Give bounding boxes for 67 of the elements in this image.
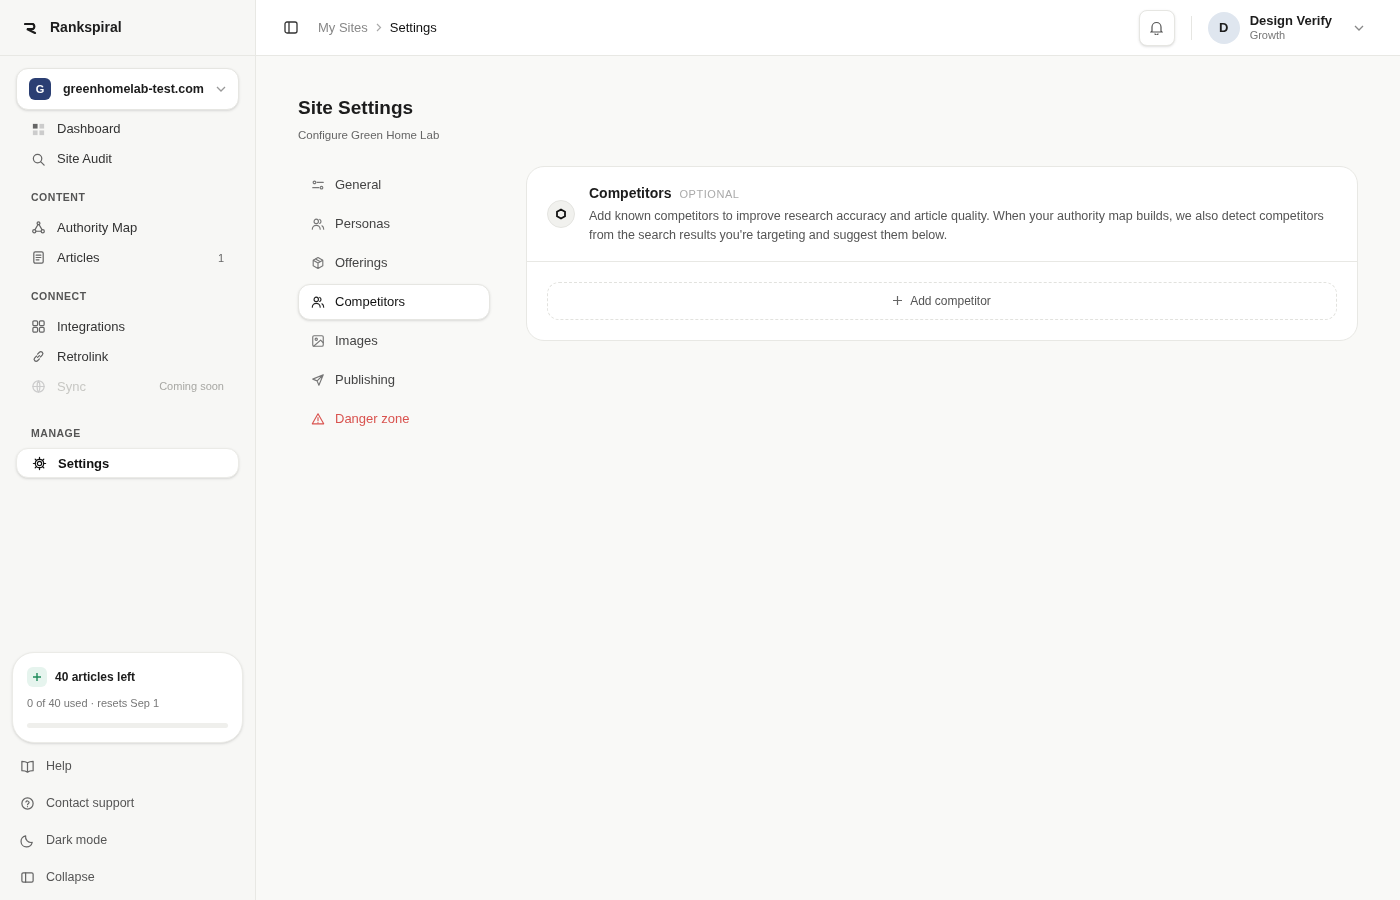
moon-icon — [20, 832, 35, 848]
add-competitor-button[interactable]: Add competitor — [547, 281, 1337, 320]
gear-icon — [32, 455, 47, 471]
article-count: 1 — [217, 250, 224, 266]
section-header: MANAGE — [30, 425, 82, 441]
section-header: CONTENT — [30, 190, 87, 205]
users-icon — [311, 216, 325, 231]
plus-icon — [893, 296, 903, 306]
sidebar-icon — [20, 869, 35, 885]
settings-tab[interactable]: Personas — [298, 205, 490, 242]
footer-link[interactable]: Help — [20, 755, 235, 777]
book-icon — [20, 758, 35, 774]
optional-tag: OPTIONAL — [679, 185, 740, 203]
coming-soon-note: Coming soon — [159, 379, 224, 395]
chevron-down-icon[interactable] — [1354, 24, 1364, 31]
page-subtitle: Configure Green Home Lab — [298, 127, 441, 143]
settings-tab[interactable]: Competitors — [298, 283, 490, 320]
footer-link[interactable]: Collapse — [20, 866, 235, 888]
site-avatar: G — [29, 78, 51, 100]
settings-tab[interactable]: Offerings — [298, 244, 490, 281]
squares-icon — [31, 319, 46, 334]
sliders-icon — [311, 177, 325, 192]
user-plan: Growth — [1249, 28, 1287, 43]
usage-title: 40 articles left — [55, 668, 136, 686]
nodes-icon — [31, 220, 46, 236]
site-switcher[interactable]: G greenhomelab-test.com — [16, 68, 239, 110]
breadcrumb-current: Settings — [389, 18, 437, 37]
cube-icon — [311, 255, 325, 270]
warning-icon — [311, 411, 325, 426]
section-header: CONNECT — [30, 288, 88, 304]
grid-icon — [31, 121, 46, 137]
settings-tab[interactable]: General — [298, 166, 490, 203]
globe-icon — [31, 379, 46, 394]
nav-item[interactable]: Integrations — [16, 311, 239, 342]
usage-detail: 0 of 40 used · resets Sep 1 — [27, 695, 161, 711]
user-name: Design Verify — [1249, 12, 1332, 29]
users-icon — [311, 294, 325, 309]
logo-icon — [24, 21, 38, 34]
user-avatar[interactable]: D — [1207, 11, 1240, 44]
link-icon — [31, 349, 46, 364]
chevron-down-icon — [216, 86, 226, 92]
search-icon — [31, 151, 46, 167]
help-icon — [20, 795, 35, 811]
nav-item[interactable]: Retrolink — [16, 341, 239, 372]
image-icon — [311, 333, 325, 348]
breadcrumb-link[interactable]: My Sites — [318, 17, 368, 38]
page-title: Site Settings — [298, 96, 415, 120]
settings-tab[interactable]: Danger zone — [298, 400, 490, 437]
sidebar-toggle-icon[interactable] — [284, 21, 298, 34]
brand-name: Rankspiral — [50, 18, 122, 37]
nav-item[interactable]: Site Audit — [16, 144, 239, 174]
nav-item[interactable]: Authority Map — [16, 212, 239, 243]
footer-link[interactable]: Dark mode — [20, 829, 235, 851]
document-icon — [31, 250, 46, 266]
send-icon — [311, 372, 325, 387]
footer-link[interactable]: Contact support — [20, 792, 235, 814]
panel-title: Competitors — [589, 183, 672, 203]
notifications-button[interactable] — [1138, 9, 1175, 46]
bell-icon — [1150, 20, 1164, 35]
site-domain: greenhomelab-test.com — [63, 80, 204, 98]
settings-tab[interactable]: Publishing — [298, 361, 490, 398]
nav-item[interactable]: Dashboard — [16, 114, 239, 144]
nav-item[interactable]: Articles 1 — [16, 242, 239, 273]
panel-description: Add known competitors to improve research accuracy and article quality. When your authority map builds, we also detect competitors from the search results you're targeting and suggest them below. — [589, 207, 1325, 244]
settings-tab[interactable]: Images — [298, 322, 490, 359]
nav-item[interactable]: Settings — [16, 448, 239, 479]
chevron-right-icon — [375, 23, 382, 32]
